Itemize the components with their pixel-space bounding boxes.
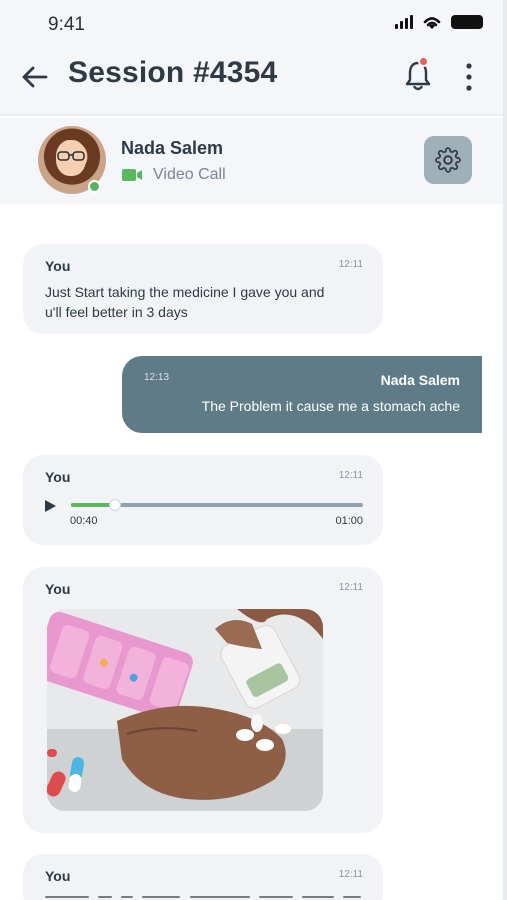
pills-in-hand-image (47, 609, 323, 811)
wifi-icon (423, 17, 441, 29)
call-type: Video Call (121, 166, 226, 184)
message-time: 12:11 (338, 582, 363, 593)
document-preview-header (45, 894, 361, 900)
audio-scrubber-knob[interactable] (108, 499, 121, 511)
audio-current-time: 00:40 (70, 515, 98, 527)
message-sender: You (45, 868, 71, 884)
document-message-bubble[interactable]: You 12:11 (23, 854, 383, 900)
notification-badge (418, 56, 429, 67)
settings-gear-icon (435, 147, 461, 173)
message-text-line: u'll feel better in 3 days (45, 304, 188, 320)
message-text: Just Start taking the medicine I gave yo… (45, 282, 324, 322)
message-time: 12:13 (144, 372, 170, 383)
message-bubble-outgoing[interactable]: 12:13 Nada Salem The Problem it cause me… (122, 356, 482, 433)
message-text: The Problem it cause me a stomach ache (201, 398, 460, 414)
battery-icon (451, 15, 483, 29)
call-type-label: Video Call (153, 166, 226, 183)
medicine-photo[interactable] (47, 609, 323, 811)
contact-name: Nada Salem (121, 138, 224, 158)
online-status-dot (88, 180, 101, 193)
message-sender: You (45, 258, 71, 274)
header: Session #4354 (0, 48, 503, 116)
message-time: 12:11 (338, 470, 363, 481)
audio-duration: 01:00 (335, 515, 363, 527)
status-time: 9:41 (48, 14, 85, 35)
video-camera-icon (122, 169, 142, 181)
message-sender: You (45, 469, 71, 485)
settings-button[interactable] (424, 136, 472, 184)
status-icons (395, 14, 483, 30)
more-vertical-icon[interactable] (462, 60, 476, 94)
audio-progress-bar[interactable] (71, 499, 363, 511)
signal-icon (395, 15, 413, 29)
contact-bar: Nada Salem Video Call (0, 118, 503, 204)
message-bubble-incoming[interactable]: You 12:11 Just Start taking the medicine… (23, 244, 383, 334)
page-title: Session #4354 (68, 56, 278, 89)
message-sender: You (45, 581, 71, 597)
message-time: 12:11 (338, 259, 363, 270)
message-text-line: Just Start taking the medicine I gave yo… (45, 284, 325, 300)
message-sender: Nada Salem (380, 372, 460, 388)
phone-screen: 9:41 Session #4354 Nada Salem Video Call… (0, 0, 507, 900)
voice-message-bubble[interactable]: You 12:11 00:40 01:00 (23, 455, 383, 545)
back-arrow-icon[interactable] (18, 60, 52, 94)
play-icon[interactable] (43, 499, 57, 513)
image-message-bubble[interactable]: You 12:11 (23, 567, 383, 833)
status-bar: 9:41 (0, 0, 503, 48)
message-time: 12:11 (338, 869, 363, 880)
chat-thread[interactable]: You 12:11 Just Start taking the medicine… (0, 206, 503, 900)
